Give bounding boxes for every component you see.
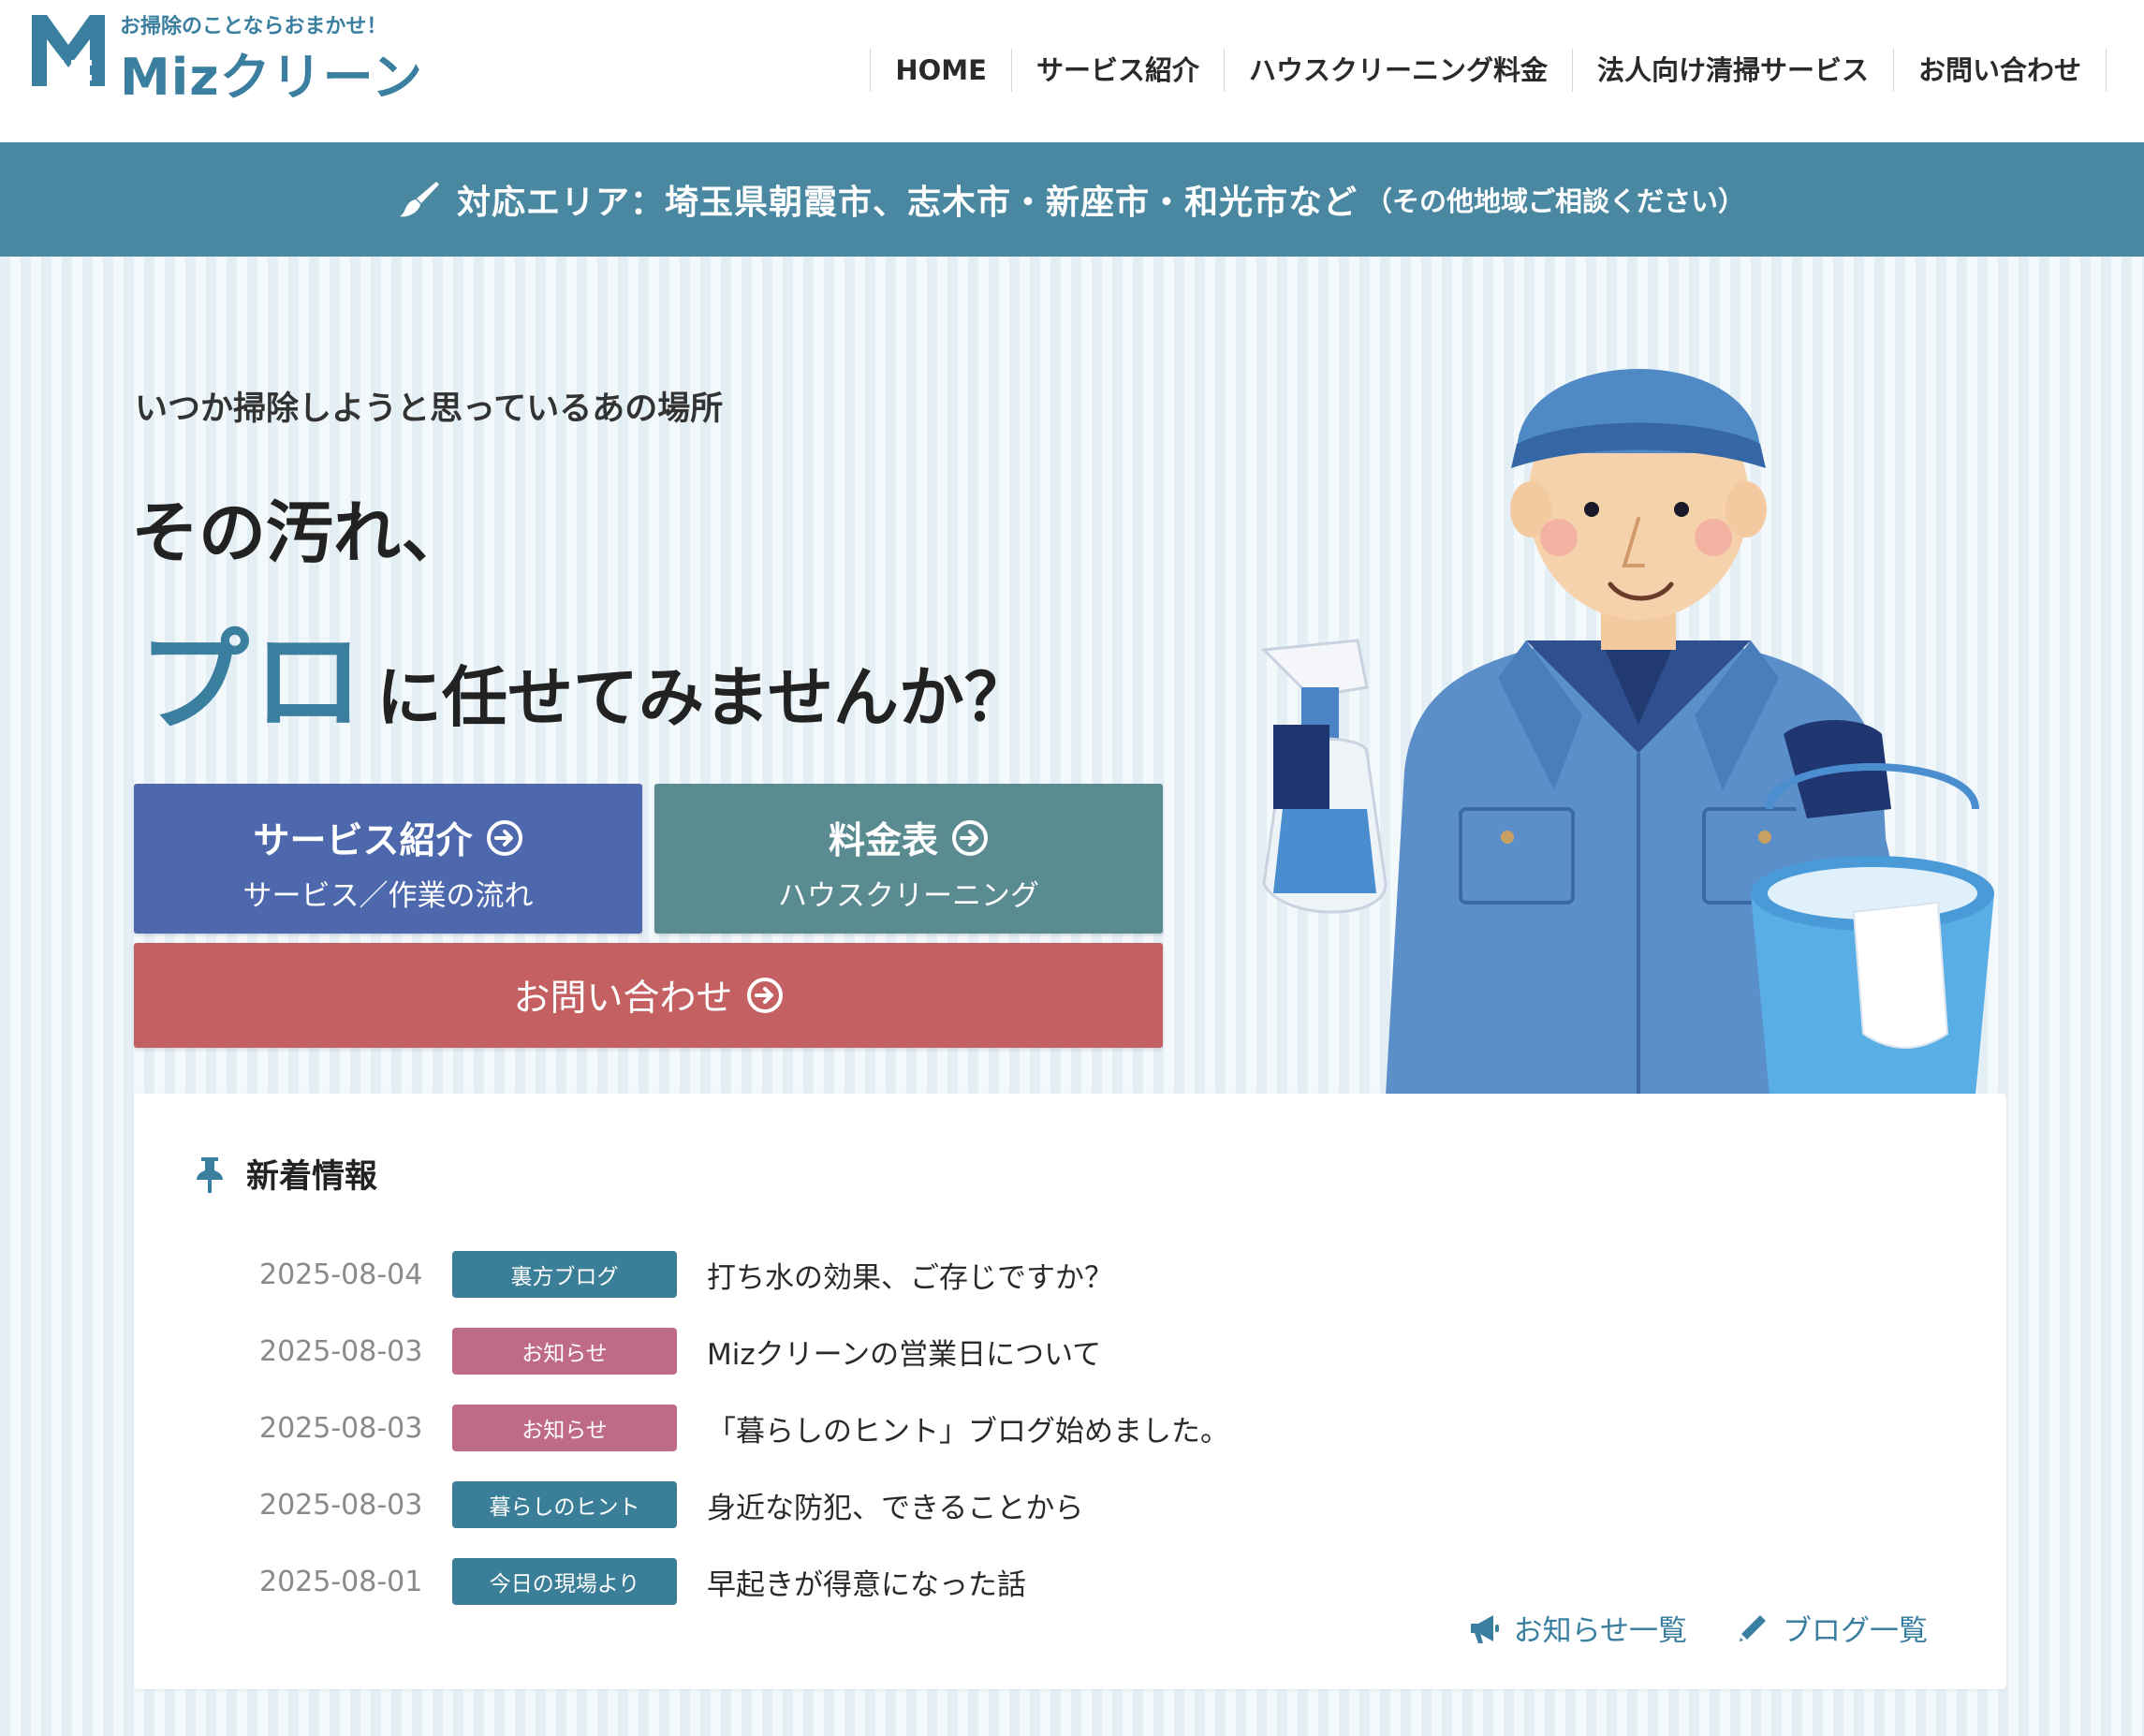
service-area-note: （その他地域ご相談ください） [1365, 185, 1746, 217]
news-date: 2025-08-03 [259, 1488, 423, 1522]
news-item[interactable]: 2025-08-03 お知らせ Mizクリーンの営業日について [259, 1328, 1101, 1375]
category-badge: お知らせ [452, 1328, 677, 1375]
site-logo[interactable]: お掃除のことならおまかせ！ Mizクリーン [30, 9, 423, 107]
nav-item-pricing[interactable]: ハウスクリーニング料金 [1223, 49, 1572, 92]
price-button-label: 料金表 [828, 820, 938, 862]
blog-list-link-label: ブログ一覧 [1783, 1614, 1928, 1648]
news-item-title[interactable]: Mizクリーンの営業日について [707, 1331, 1101, 1373]
contact-button[interactable]: お問い合わせ [134, 943, 1163, 1048]
service-area-text: 対応エリア：埼玉県朝霞市、志木市・新座市・和光市など [456, 184, 1358, 222]
news-date: 2025-08-01 [259, 1565, 423, 1598]
news-item[interactable]: 2025-08-03 暮らしのヒント 身近な防犯、できることから [259, 1481, 1083, 1528]
arrow-circle-right-icon [952, 820, 988, 856]
category-badge: 暮らしのヒント [452, 1481, 677, 1528]
price-button[interactable]: 料金表 ハウスクリーニング [654, 784, 1163, 934]
spray-bottle-icon [1260, 639, 1388, 914]
site-header: お掃除のことならおまかせ！ Mizクリーン HOME サービス紹介 ハウスクリー… [0, 0, 2144, 142]
logo-mark-icon [30, 11, 107, 88]
category-badge: 今日の現場より [452, 1558, 677, 1605]
category-badge: 裏方ブログ [452, 1251, 677, 1298]
hero-emphasis: プロ [139, 617, 368, 746]
news-title: 新着情報 [246, 1158, 378, 1196]
news-item-title[interactable]: 打ち水の効果、ご存じですか？ [707, 1254, 1113, 1296]
nav-item-services[interactable]: サービス紹介 [1010, 49, 1224, 92]
blog-list-link[interactable]: ブログ一覧 [1736, 1607, 1928, 1649]
hero-headline-line2: プロ に任せてみませんか？ [139, 592, 1030, 752]
news-item[interactable]: 2025-08-03 お知らせ 「暮らしのヒント」ブログ始めました。 [259, 1405, 1229, 1451]
news-date: 2025-08-03 [259, 1411, 423, 1445]
news-item[interactable]: 2025-08-04 裏方ブログ 打ち水の効果、ご存じですか？ [259, 1251, 1113, 1298]
service-button-sublabel: サービス／作業の流れ [242, 879, 534, 913]
news-date: 2025-08-03 [259, 1334, 423, 1368]
arrow-circle-right-icon [746, 978, 783, 1013]
nav-item-home[interactable]: HOME [870, 49, 1011, 92]
news-item[interactable]: 2025-08-01 今日の現場より 早起きが得意になった話 [259, 1558, 1026, 1605]
brush-icon [399, 182, 439, 217]
category-badge: お知らせ [452, 1405, 677, 1451]
megaphone-icon [1470, 1614, 1499, 1643]
contact-button-label: お問い合わせ [513, 978, 733, 1020]
cleaner-illustration [1260, 369, 1994, 1096]
arrow-circle-right-icon [486, 820, 522, 856]
news-section: 新着情報 2025-08-04 裏方ブログ 打ち水の効果、ご存じですか？ 202… [134, 1094, 2006, 1689]
hero-headline-rest: に任せてみませんか？ [376, 659, 1030, 736]
hero-subtitle: いつか掃除しようと思っているあの場所 [135, 390, 724, 428]
service-button[interactable]: サービス紹介 サービス／作業の流れ [134, 784, 642, 934]
service-button-label: サービス紹介 [253, 820, 473, 862]
nav-item-corporate[interactable]: 法人向け清掃サービス [1571, 49, 1893, 92]
price-button-sublabel: ハウスクリーニング [778, 879, 1039, 913]
hero-headline-line1: その汚れ、 [131, 493, 469, 572]
news-list-link[interactable]: お知らせ一覧 [1467, 1607, 1687, 1649]
news-date: 2025-08-04 [259, 1258, 423, 1291]
news-item-title[interactable]: 早起きが得意になった話 [707, 1561, 1026, 1603]
hero-section: いつか掃除しようと思っているあの場所 その汚れ、 プロ に任せてみませんか？ サー… [0, 257, 2144, 1736]
pencil-icon [1740, 1614, 1766, 1641]
main-nav: HOME サービス紹介 ハウスクリーニング料金 法人向け清掃サービス お問い合わ… [870, 49, 2107, 92]
news-item-title[interactable]: 「暮らしのヒント」ブログ始めました。 [707, 1407, 1229, 1449]
service-area-bar: 対応エリア：埼玉県朝霞市、志木市・新座市・和光市など （その他地域ご相談ください… [0, 142, 2144, 257]
news-list-link-label: お知らせ一覧 [1513, 1614, 1687, 1648]
news-item-title[interactable]: 身近な防犯、できることから [707, 1484, 1083, 1526]
nav-item-contact[interactable]: お問い合わせ [1892, 49, 2107, 92]
news-links: お知らせ一覧 ブログ一覧 [1467, 1607, 1928, 1649]
logo-name: Mizクリーン [120, 48, 423, 107]
pin-icon [197, 1156, 223, 1193]
